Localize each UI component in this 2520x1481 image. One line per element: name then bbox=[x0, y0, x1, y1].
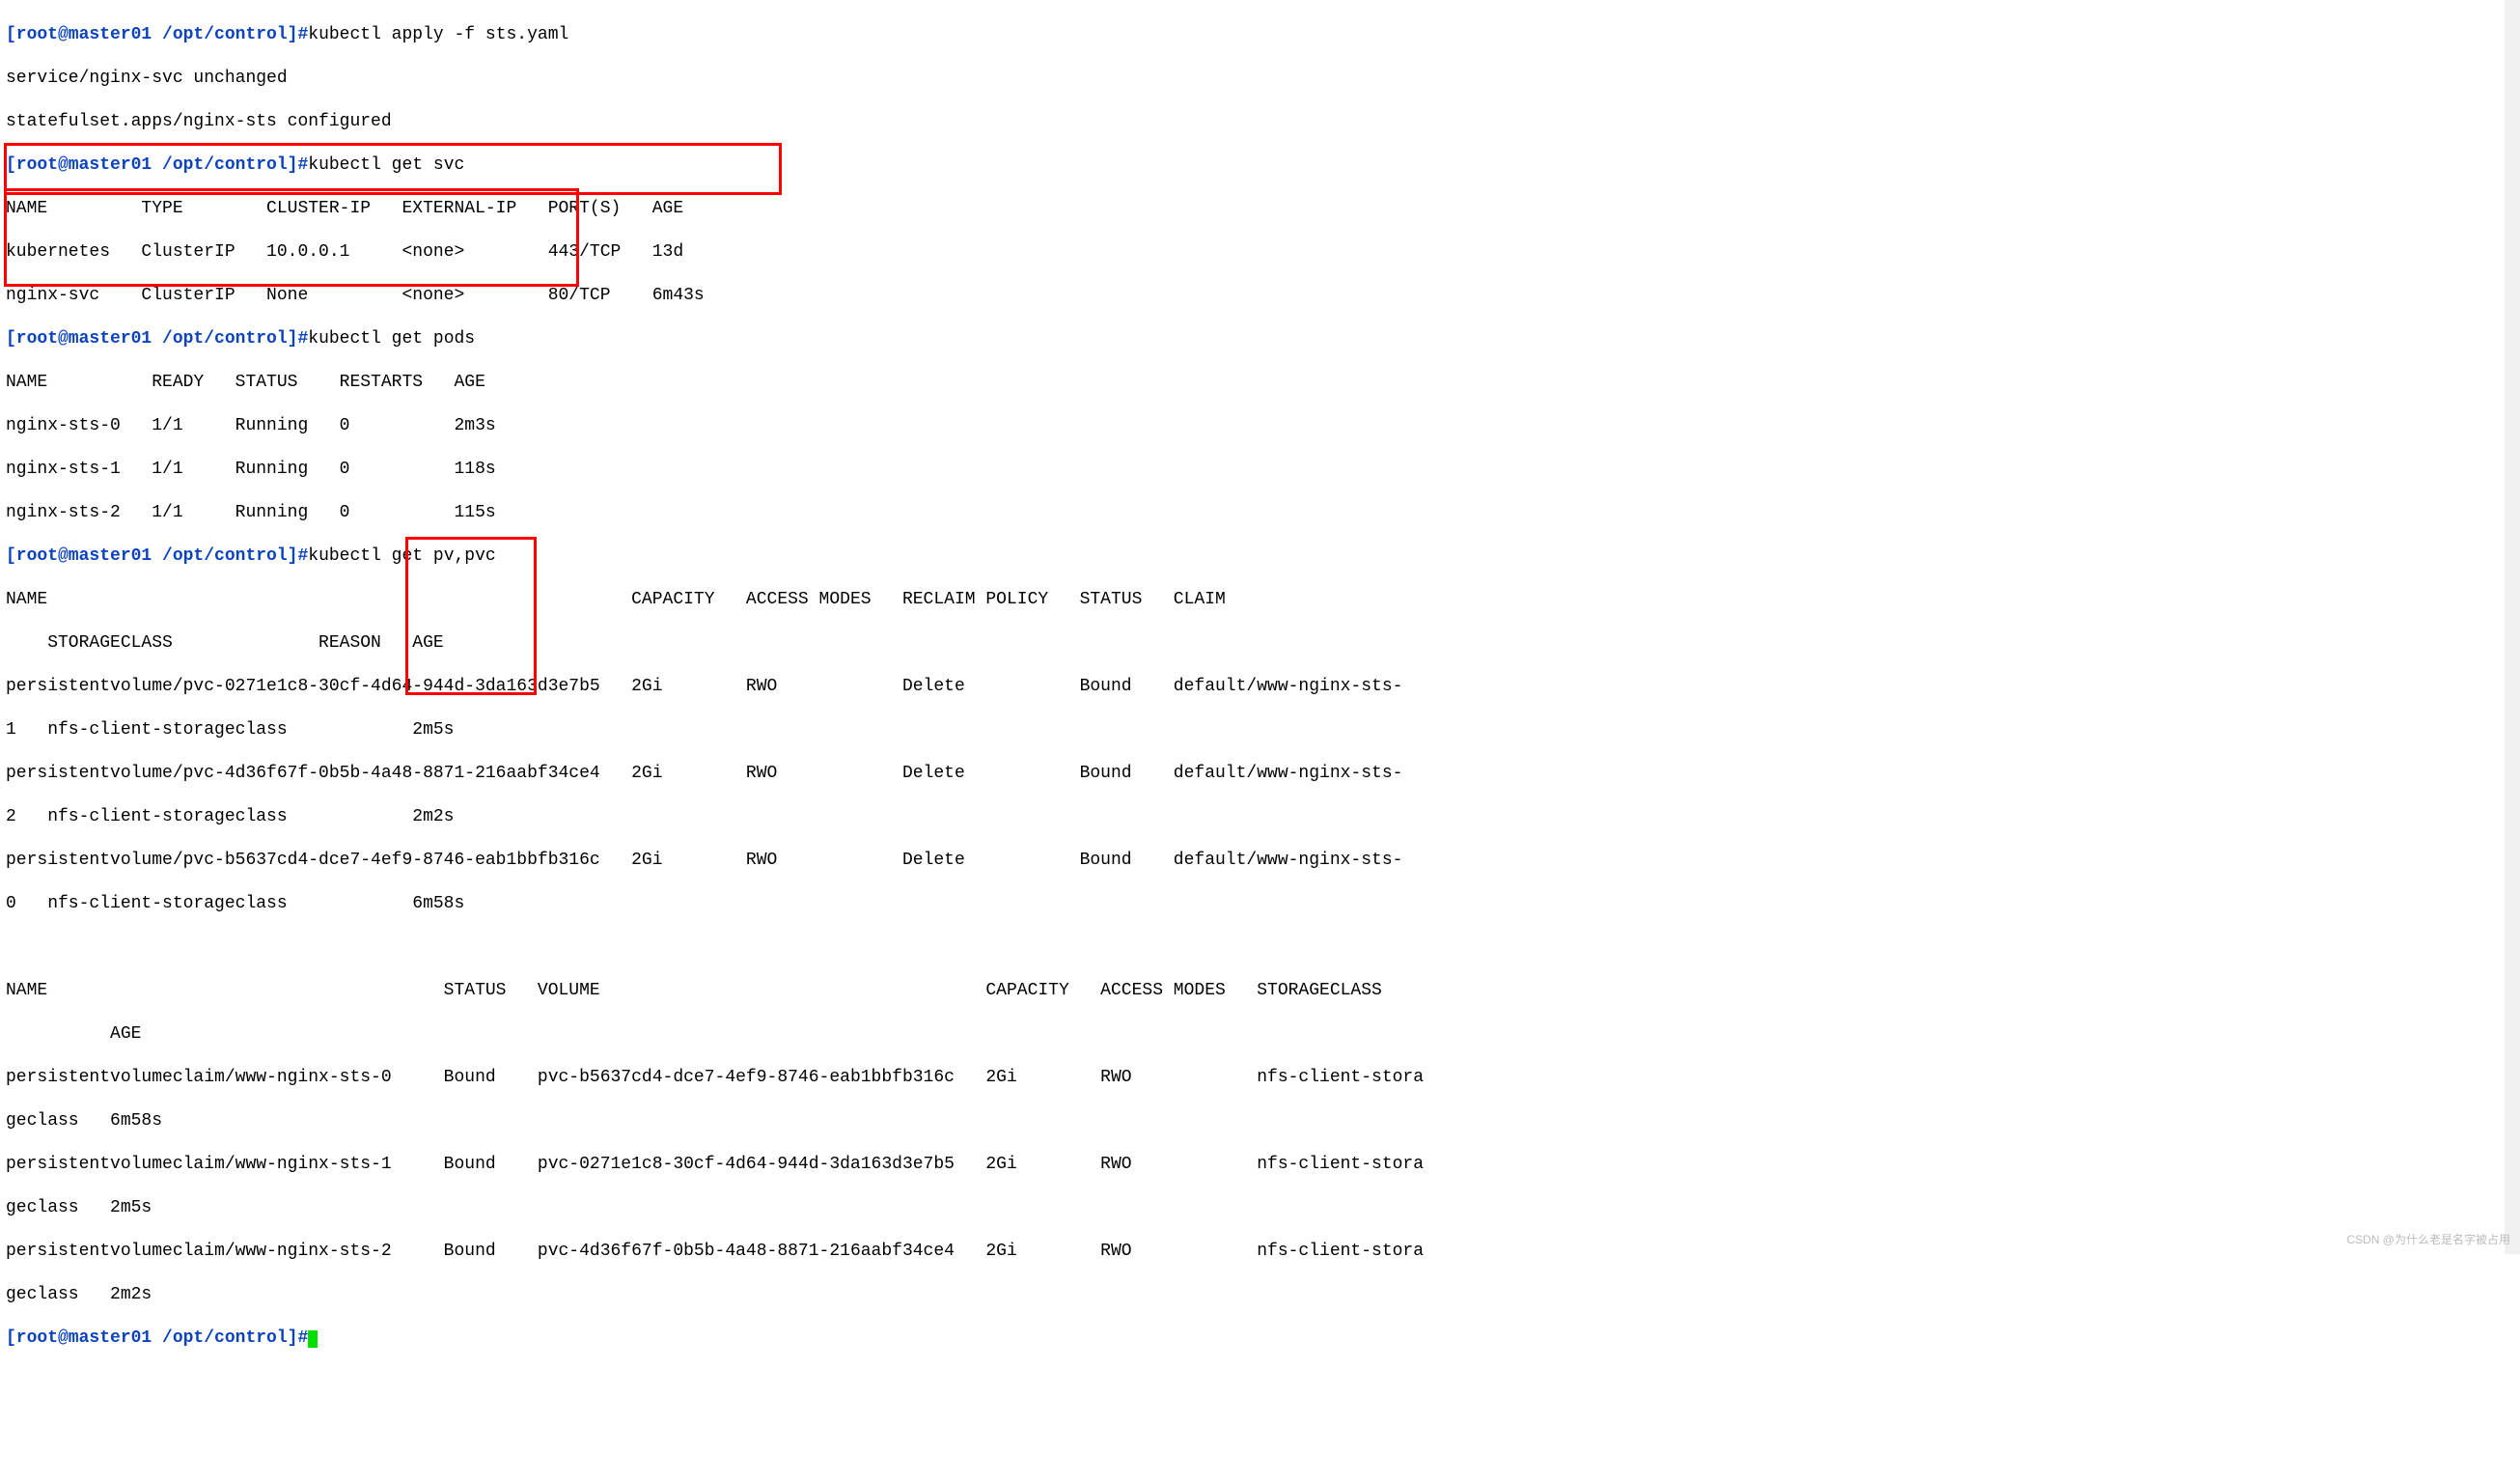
pv-row: 1 nfs-client-storageclass 2m5s bbox=[6, 719, 2514, 741]
cursor-icon bbox=[308, 1330, 318, 1348]
command-get-pods: kubectl get pods bbox=[308, 329, 475, 349]
command-apply: kubectl apply -f sts.yaml bbox=[308, 25, 568, 44]
pv-row: persistentvolume/pvc-0271e1c8-30cf-4d64-… bbox=[6, 676, 2514, 698]
pvc-header: NAME STATUS VOLUME CAPACITY ACCESS MODES… bbox=[6, 980, 2514, 1002]
watermark-text: CSDN @为什么老是名字被占用 bbox=[2346, 1229, 2510, 1251]
svc-row: kubernetes ClusterIP 10.0.0.1 <none> 443… bbox=[6, 241, 2514, 264]
scrollbar-vertical[interactable] bbox=[2505, 0, 2520, 1254]
pvc-header: AGE bbox=[6, 1023, 2514, 1046]
pv-header: NAME CAPACITY ACCESS MODES RECLAIM POLIC… bbox=[6, 589, 2514, 611]
shell-prompt: [root@master01 /opt/control]# bbox=[6, 546, 308, 566]
pvc-row: geclass 6m58s bbox=[6, 1110, 2514, 1132]
shell-prompt: [root@master01 /opt/control]# bbox=[6, 25, 308, 44]
pods-header: NAME READY STATUS RESTARTS AGE bbox=[6, 372, 2514, 394]
pvc-row: persistentvolumeclaim/www-nginx-sts-1 Bo… bbox=[6, 1154, 2514, 1176]
shell-prompt: [root@master01 /opt/control]# bbox=[6, 329, 308, 349]
command-get-svc: kubectl get svc bbox=[308, 155, 464, 175]
pods-row: nginx-sts-2 1/1 Running 0 115s bbox=[6, 502, 2514, 524]
output-line: statefulset.apps/nginx-sts configured bbox=[6, 111, 2514, 133]
pv-row: persistentvolume/pvc-b5637cd4-dce7-4ef9-… bbox=[6, 850, 2514, 872]
blank-line bbox=[6, 936, 2514, 959]
pvc-row: geclass 2m5s bbox=[6, 1197, 2514, 1219]
svc-header: NAME TYPE CLUSTER-IP EXTERNAL-IP PORT(S)… bbox=[6, 198, 2514, 220]
pvc-row: geclass 2m2s bbox=[6, 1284, 2514, 1306]
shell-prompt: [root@master01 /opt/control]# bbox=[6, 155, 308, 175]
svc-row: nginx-svc ClusterIP None <none> 80/TCP 6… bbox=[6, 285, 2514, 307]
command-get-pv-pvc: kubectl get pv,pvc bbox=[308, 546, 495, 566]
scrollbar-track[interactable] bbox=[2505, 0, 2520, 1254]
pv-row: persistentvolume/pvc-4d36f67f-0b5b-4a48-… bbox=[6, 763, 2514, 785]
pods-row: nginx-sts-0 1/1 Running 0 2m3s bbox=[6, 415, 2514, 437]
pv-row: 0 nfs-client-storageclass 6m58s bbox=[6, 893, 2514, 915]
terminal-output[interactable]: [root@master01 /opt/control]#kubectl app… bbox=[0, 0, 2520, 1481]
output-line: service/nginx-svc unchanged bbox=[6, 68, 2514, 90]
pods-row: nginx-sts-1 1/1 Running 0 118s bbox=[6, 459, 2514, 481]
shell-prompt: [root@master01 /opt/control]# bbox=[6, 1328, 308, 1348]
pvc-row: persistentvolumeclaim/www-nginx-sts-0 Bo… bbox=[6, 1067, 2514, 1089]
pvc-row: persistentvolumeclaim/www-nginx-sts-2 Bo… bbox=[6, 1241, 2514, 1263]
pv-row: 2 nfs-client-storageclass 2m2s bbox=[6, 806, 2514, 828]
pv-header: STORAGECLASS REASON AGE bbox=[6, 632, 2514, 655]
